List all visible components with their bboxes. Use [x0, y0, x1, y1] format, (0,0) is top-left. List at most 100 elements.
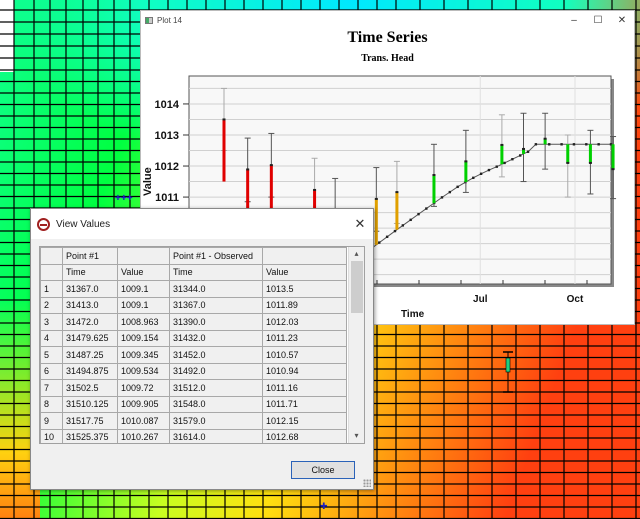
table-row-cell[interactable]: 6 — [40, 362, 63, 380]
table-row-cell[interactable]: 31502.5 — [62, 379, 118, 397]
table-row-cell[interactable]: 1010.087 — [117, 412, 170, 430]
table-row-cell[interactable]: 31525.375 — [62, 428, 118, 443]
table-row-cell[interactable]: 31390.0 — [169, 313, 263, 331]
table-row-cell[interactable]: 31487.25 — [62, 346, 118, 364]
table-row-cell[interactable]: 31367.0 — [62, 280, 118, 298]
table-row-cell[interactable]: 1012.03 — [262, 313, 347, 331]
table-row-cell[interactable]: 31548.0 — [169, 395, 263, 413]
column-header-row-cell[interactable] — [40, 263, 63, 281]
y-axis-label: Value — [142, 167, 154, 196]
group-header-row-cell[interactable] — [40, 247, 63, 265]
table-row[interactable]: 3 31472.0 1008.963 31390.0 1012.03 — [40, 313, 347, 331]
table-row-cell[interactable]: 1010.267 — [117, 428, 170, 443]
x-tick-label: Oct — [567, 294, 584, 305]
dialog-titlebar[interactable]: View Values ✕ — [31, 209, 373, 239]
table-row-cell[interactable]: 31344.0 — [169, 280, 263, 298]
table-row[interactable]: 10 31525.375 1010.267 31614.0 1012.68 — [40, 428, 347, 443]
y-tick-label: 1011 — [155, 192, 179, 204]
residual-bar — [611, 144, 615, 170]
vertical-scrollbar[interactable]: ▴ ▾ — [348, 247, 364, 443]
computed-point — [440, 196, 444, 199]
resize-grip[interactable] — [363, 479, 371, 487]
table-row-cell[interactable]: 1011.89 — [262, 296, 347, 314]
table-row-cell[interactable]: 1009.534 — [117, 362, 170, 380]
table-row-cell[interactable]: 1009.72 — [117, 379, 170, 397]
table-row-cell[interactable]: 4 — [40, 329, 63, 347]
table-row[interactable]: 5 31487.25 1009.345 31452.0 1010.57 — [40, 346, 347, 364]
computed-point — [572, 143, 576, 146]
y-tick-label: 1012 — [155, 161, 179, 173]
table-row[interactable]: 1 31367.0 1009.1 31344.0 1013.5 — [40, 280, 347, 298]
table-row-cell[interactable]: 31367.0 — [169, 296, 263, 314]
group-header-row-cell[interactable] — [262, 247, 347, 265]
maximize-icon[interactable]: ☐ — [586, 12, 610, 28]
table-row-cell[interactable]: 31579.0 — [169, 412, 263, 430]
table-row-cell[interactable]: 1013.5 — [262, 280, 347, 298]
table-row-cell[interactable]: 31614.0 — [169, 428, 263, 443]
well-marker[interactable]: ✚ — [320, 502, 328, 512]
table-row-cell[interactable]: 1009.905 — [117, 395, 170, 413]
close-icon[interactable]: ✕ — [610, 12, 634, 28]
column-header-row-cell[interactable]: Time — [62, 263, 118, 281]
table-row-cell[interactable]: 31413.0 — [62, 296, 118, 314]
table-row[interactable]: 8 31510.125 1009.905 31548.0 1011.71 — [40, 395, 347, 413]
table-row[interactable]: 4 31479.625 1009.154 31432.0 1011.23 — [40, 329, 347, 347]
residual-bar — [588, 144, 592, 163]
view-values-dialog[interactable]: View Values ✕ Point #1 Point #1 - Observe… — [30, 208, 374, 490]
column-header-row-cell[interactable]: Time — [169, 263, 263, 281]
table-row-cell[interactable]: 31510.125 — [62, 395, 118, 413]
table-row-cell[interactable]: 2 — [40, 296, 63, 314]
table-row-cell[interactable]: 8 — [40, 395, 63, 413]
table-row-cell[interactable]: 1012.68 — [262, 428, 347, 443]
table-row-cell[interactable]: 31472.0 — [62, 313, 118, 331]
table-row-cell[interactable]: 1011.16 — [262, 379, 347, 397]
plot-window-titlebar[interactable]: Plot 14 – ☐ ✕ — [141, 11, 634, 29]
table-row-cell[interactable]: 31494.875 — [62, 362, 118, 380]
table-row-cell[interactable]: 1012.15 — [262, 412, 347, 430]
table-row[interactable]: 7 31502.5 1009.72 31512.0 1011.16 — [40, 379, 347, 397]
table-row-cell[interactable]: 1 — [40, 280, 63, 298]
well-marker-group[interactable]: ✚✚✚ — [115, 194, 133, 202]
table-row[interactable]: 9 31517.75 1010.087 31579.0 1012.15 — [40, 412, 347, 430]
table-row-cell[interactable]: 31452.0 — [169, 346, 263, 364]
table-row-cell[interactable]: 31492.0 — [169, 362, 263, 380]
table-row-cell[interactable]: 1010.94 — [262, 362, 347, 380]
table-row[interactable]: 6 31494.875 1009.534 31492.0 1010.94 — [40, 362, 347, 380]
observed-point — [522, 147, 526, 150]
table-row-cell[interactable]: 1010.57 — [262, 346, 347, 364]
table-row-cell[interactable]: 31517.75 — [62, 412, 118, 430]
table-row-cell[interactable]: 1009.1 — [117, 296, 170, 314]
group-header-row-cell[interactable]: Point #1 - Observed — [169, 247, 263, 265]
group-header-row-cell[interactable]: Point #1 — [62, 247, 118, 265]
column-header-row-cell[interactable]: Value — [262, 263, 347, 281]
table-row-cell[interactable]: 1011.71 — [262, 395, 347, 413]
table-row-cell[interactable]: 1011.23 — [262, 329, 347, 347]
table-row-cell[interactable]: 31432.0 — [169, 329, 263, 347]
observed-point — [500, 143, 504, 146]
table-row-cell[interactable]: 1009.154 — [117, 329, 170, 347]
table-row-cell[interactable]: 1008.963 — [117, 313, 170, 331]
table-row-cell[interactable]: 9 — [40, 412, 63, 430]
close-button[interactable]: Close — [291, 461, 355, 479]
column-header-row[interactable]: Time Value Time Value — [40, 263, 347, 281]
column-header-row-cell[interactable]: Value — [117, 263, 170, 281]
table-row-cell[interactable]: 31479.625 — [62, 329, 118, 347]
values-grid[interactable]: Point #1 Point #1 - Observed Time Value Time… — [39, 246, 365, 444]
minimize-icon[interactable]: – — [562, 12, 586, 28]
scroll-down-icon[interactable]: ▾ — [349, 429, 364, 443]
scroll-thumb[interactable] — [351, 261, 363, 313]
table-row-cell[interactable]: 3 — [40, 313, 63, 331]
table-row-cell[interactable]: 1009.1 — [117, 280, 170, 298]
residual-bar — [500, 144, 504, 165]
table-row-cell[interactable]: 1009.345 — [117, 346, 170, 364]
group-header-row-cell[interactable] — [117, 247, 170, 265]
table-row[interactable]: 2 31413.0 1009.1 31367.0 1011.89 — [40, 296, 347, 314]
computed-point — [519, 154, 522, 157]
close-icon[interactable]: ✕ — [347, 216, 373, 232]
table-row-cell[interactable]: 7 — [40, 379, 63, 397]
table-row-cell[interactable]: 10 — [40, 428, 63, 443]
group-header-row[interactable]: Point #1 Point #1 - Observed — [40, 247, 347, 265]
table-row-cell[interactable]: 31512.0 — [169, 379, 263, 397]
scroll-up-icon[interactable]: ▴ — [349, 247, 364, 261]
table-row-cell[interactable]: 5 — [40, 346, 63, 364]
